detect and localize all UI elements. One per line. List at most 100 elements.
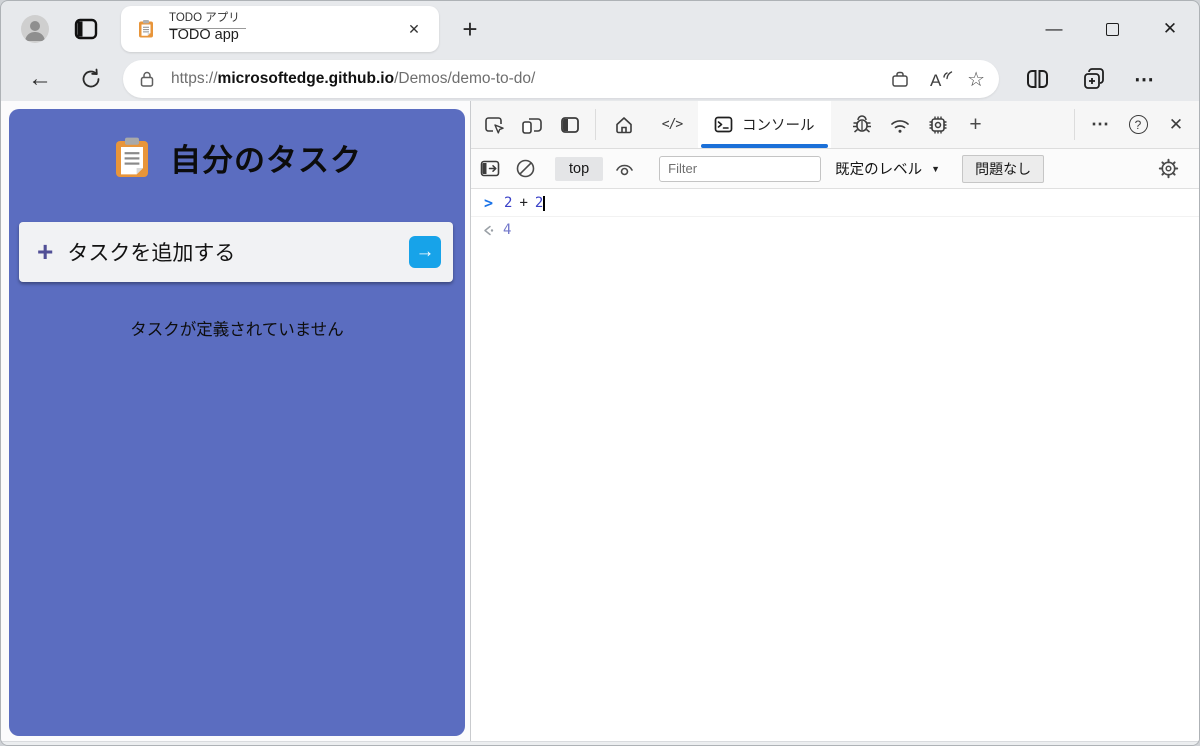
maximize-icon bbox=[1105, 22, 1119, 36]
tab-issues[interactable] bbox=[843, 101, 881, 148]
wifi-icon bbox=[890, 119, 909, 133]
clear-console-button[interactable] bbox=[507, 158, 543, 179]
expression-number: 2 bbox=[534, 195, 544, 211]
javascript-context-selector[interactable]: top bbox=[555, 156, 604, 181]
console-result-value: 4 bbox=[503, 222, 512, 238]
console-settings-button[interactable] bbox=[1149, 158, 1187, 179]
briefcase-icon bbox=[892, 71, 908, 87]
tab-console-label: コンソール bbox=[742, 118, 815, 134]
devtools-tab-bar: </> コンソール + ⋯ ? ✕ bbox=[471, 101, 1199, 149]
console-input-line[interactable]: > 2 +2 bbox=[471, 189, 1199, 217]
content-area: 自分のタスク + タスクを追加する → タスクが定義されていません </> コン… bbox=[1, 101, 1199, 741]
read-aloud-button[interactable]: A bbox=[925, 69, 955, 89]
customize-devtools-button[interactable]: ⋯ bbox=[1081, 101, 1119, 148]
browser-tab[interactable]: TODO アプリ TODO app ✕ bbox=[121, 6, 439, 52]
maximize-button[interactable] bbox=[1083, 1, 1141, 57]
text-cursor bbox=[543, 195, 545, 211]
inspect-element-button[interactable] bbox=[475, 101, 513, 148]
clear-icon bbox=[516, 159, 534, 178]
tab-welcome[interactable] bbox=[602, 101, 646, 148]
inspect-icon bbox=[484, 116, 504, 134]
url-text: https://microsoftedge.github.io/Demos/de… bbox=[171, 70, 535, 88]
add-task-submit-button[interactable]: → bbox=[409, 236, 441, 268]
app-available-button[interactable] bbox=[885, 70, 915, 88]
console-sidebar-button[interactable] bbox=[473, 160, 507, 177]
device-emulation-icon bbox=[522, 117, 542, 134]
collections-icon bbox=[1084, 68, 1104, 89]
minimize-button[interactable]: — bbox=[1025, 1, 1083, 57]
home-icon bbox=[616, 116, 632, 133]
log-levels-label: 既定のレベル bbox=[835, 162, 923, 178]
bug-icon bbox=[852, 115, 871, 133]
tab-tooltip: TODO アプリ bbox=[169, 7, 246, 29]
workspaces-icon bbox=[74, 18, 98, 40]
help-button[interactable]: ? bbox=[1119, 101, 1157, 148]
refresh-icon bbox=[82, 68, 100, 88]
add-task-label: タスクを追加する bbox=[67, 242, 236, 265]
clipboard-favicon bbox=[136, 19, 156, 39]
panel-layout-icon bbox=[561, 116, 579, 133]
expression-operator: + bbox=[519, 195, 528, 211]
activity-bar-button[interactable] bbox=[551, 101, 589, 148]
favorites-star-button[interactable]: ☆ bbox=[967, 67, 985, 92]
back-button[interactable]: ← bbox=[25, 65, 55, 93]
log-levels-dropdown[interactable]: 既定のレベル ▼ bbox=[835, 158, 940, 179]
console-toolbar: top 既定のレベル ▼ 問題なし bbox=[471, 149, 1199, 189]
device-emulation-button[interactable] bbox=[513, 101, 551, 148]
person-icon bbox=[25, 21, 45, 41]
toolbar-separator bbox=[595, 109, 596, 140]
url-scheme: https:// bbox=[171, 70, 218, 87]
toolbar-right: ⋯ bbox=[999, 67, 1155, 92]
console-output[interactable]: > 2 +2 4 bbox=[471, 189, 1199, 741]
url-path: /Demos/demo-to-do/ bbox=[394, 70, 536, 87]
title-bar: TODO アプリ TODO app ✕ + — ✕ bbox=[1, 1, 1199, 57]
toolbar-separator-right bbox=[1074, 109, 1075, 140]
lock-icon bbox=[139, 70, 155, 88]
tab-console[interactable]: コンソール bbox=[698, 101, 831, 148]
expression-number: 2 bbox=[504, 195, 513, 211]
tab-network-conditions[interactable] bbox=[881, 101, 919, 148]
todo-app: 自分のタスク + タスクを追加する → タスクが定義されていません bbox=[9, 109, 465, 736]
plus-icon: + bbox=[37, 236, 54, 267]
chevron-down-icon: ▼ bbox=[931, 163, 941, 174]
console-prompt-icon: > bbox=[484, 194, 494, 212]
active-tab-underline bbox=[701, 144, 828, 148]
console-sidebar-icon bbox=[480, 160, 500, 177]
collections-button[interactable] bbox=[1082, 67, 1106, 91]
page-viewport: 自分のタスク + タスクを追加する → タスクが定義されていません bbox=[1, 101, 470, 741]
svg-text:A: A bbox=[930, 71, 942, 89]
tab-sources[interactable]: </> bbox=[646, 101, 698, 148]
new-tab-button[interactable]: + bbox=[455, 14, 485, 45]
split-screen-icon bbox=[1027, 70, 1048, 88]
navigation-toolbar: ← https://microsoftedge.github.io/Demos/… bbox=[1, 57, 1199, 101]
devtools-panel: </> コンソール + ⋯ ? ✕ top Filter 既定のレベル ▼ 問題… bbox=[470, 101, 1199, 741]
console-icon bbox=[714, 116, 733, 133]
close-window-button[interactable]: ✕ bbox=[1141, 1, 1199, 57]
help-icon: ? bbox=[1128, 115, 1148, 134]
tab-actions-menu[interactable] bbox=[73, 16, 99, 42]
window-bottom-edge bbox=[1, 741, 1199, 745]
close-tab-icon[interactable]: ✕ bbox=[403, 18, 425, 40]
tabbar-spacer bbox=[995, 101, 1069, 148]
address-bar[interactable]: https://microsoftedge.github.io/Demos/de… bbox=[123, 60, 999, 98]
settings-more-button[interactable]: ⋯ bbox=[1134, 67, 1155, 92]
window-controls: — ✕ bbox=[1025, 1, 1199, 57]
browser-window: TODO アプリ TODO app ✕ + — ✕ ← https://micr… bbox=[0, 0, 1200, 746]
gear-icon bbox=[1158, 158, 1178, 179]
console-filter-input[interactable] bbox=[659, 155, 822, 182]
close-devtools-button[interactable]: ✕ bbox=[1157, 101, 1195, 148]
add-task-input[interactable]: + タスクを追加する → bbox=[19, 222, 453, 282]
chip-icon bbox=[929, 116, 946, 133]
app-header: 自分のタスク bbox=[9, 135, 465, 180]
more-tabs-button[interactable]: + bbox=[957, 101, 995, 148]
issues-counter-button[interactable]: 問題なし bbox=[962, 154, 1045, 183]
return-value-icon bbox=[482, 224, 495, 237]
app-title: 自分のタスク bbox=[170, 143, 362, 178]
profile-avatar[interactable] bbox=[21, 15, 49, 43]
live-expression-button[interactable] bbox=[603, 160, 645, 178]
tab-performance[interactable] bbox=[919, 101, 957, 148]
split-screen-button[interactable] bbox=[1025, 68, 1050, 90]
url-domain: microsoftedge.github.io bbox=[217, 70, 395, 87]
refresh-button[interactable] bbox=[77, 68, 105, 90]
console-result-line: 4 bbox=[471, 217, 1199, 243]
